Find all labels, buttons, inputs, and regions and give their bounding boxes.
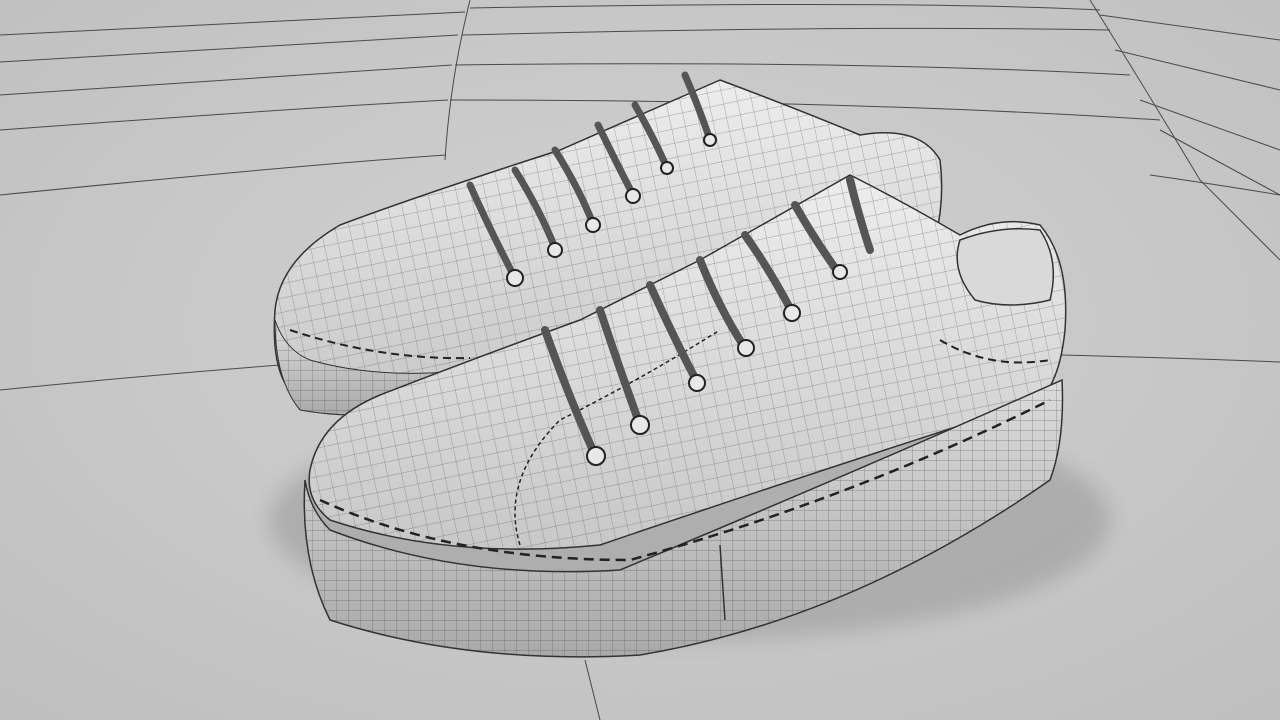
heel-collar: [956, 228, 1055, 306]
render-viewport: [0, 0, 1280, 720]
